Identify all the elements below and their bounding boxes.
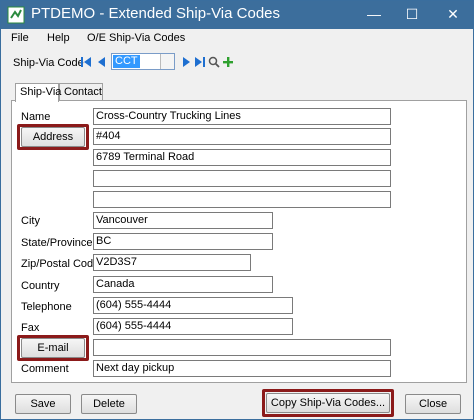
country-field[interactable]: Canada <box>93 276 273 293</box>
tab-ship-via-label: Ship-Via <box>20 86 62 98</box>
state-field[interactable]: BC <box>93 233 273 250</box>
previous-record-icon[interactable] <box>95 54 109 70</box>
menu-oe-ship-via-codes[interactable]: O/E Ship-Via Codes <box>87 32 185 44</box>
menu-help[interactable]: Help <box>47 32 70 44</box>
address-line-1-field[interactable]: #404 <box>93 128 391 145</box>
close-button[interactable]: Close <box>405 394 461 414</box>
ship-via-code-label: Ship-Via Code <box>13 57 84 69</box>
address-button[interactable]: Address <box>21 127 85 147</box>
comment-label: Comment <box>21 363 69 375</box>
window-title: PTDEMO - Extended Ship-Via Codes <box>31 5 281 22</box>
address-line-4-field[interactable] <box>93 191 391 208</box>
zip-field[interactable]: V2D3S7 <box>93 254 251 271</box>
city-field[interactable]: Vancouver <box>93 212 273 229</box>
add-icon[interactable] <box>221 54 235 70</box>
close-window-button[interactable]: ✕ <box>433 1 473 27</box>
first-record-icon[interactable] <box>79 54 93 70</box>
fax-field[interactable]: (604) 555-4444 <box>93 318 293 335</box>
name-field[interactable]: Cross-Country Trucking Lines <box>93 108 391 125</box>
city-label: City <box>21 215 40 227</box>
title-bar: PTDEMO - Extended Ship-Via Codes — ☐ ✕ <box>1 1 473 29</box>
comment-field[interactable]: Next day pickup <box>93 360 391 377</box>
delete-button[interactable]: Delete <box>81 394 137 414</box>
fax-label: Fax <box>21 322 40 334</box>
finder-dropdown-button[interactable] <box>160 54 174 69</box>
telephone-field[interactable]: (604) 555-4444 <box>93 297 293 314</box>
address-line-3-field[interactable] <box>93 170 391 187</box>
country-label: Country <box>21 280 60 292</box>
save-button[interactable]: Save <box>15 394 71 414</box>
app-window: PTDEMO - Extended Ship-Via Codes — ☐ ✕ F… <box>0 0 474 420</box>
ship-via-code-input[interactable]: CCT <box>111 53 175 70</box>
email-button[interactable]: E-mail <box>21 338 85 358</box>
telephone-label: Telephone <box>21 301 72 313</box>
tab-contact-label: Contact <box>64 86 102 98</box>
email-field[interactable] <box>93 339 391 356</box>
address-line-2-field[interactable]: 6789 Terminal Road <box>93 149 391 166</box>
next-record-icon[interactable] <box>179 54 193 70</box>
maximize-button[interactable]: ☐ <box>395 1 429 27</box>
copy-ship-via-codes-button[interactable]: Copy Ship-Via Codes... <box>266 393 390 413</box>
menu-file[interactable]: File <box>11 32 29 44</box>
minimize-button[interactable]: — <box>357 1 391 27</box>
tab-ship-via[interactable]: Ship-Via <box>15 83 62 102</box>
menu-bar: File Help O/E Ship-Via Codes <box>1 29 473 49</box>
state-label: State/Province <box>21 237 93 249</box>
zip-label: Zip/Postal Code <box>21 258 100 270</box>
last-record-icon[interactable] <box>193 54 207 70</box>
name-label: Name <box>21 111 51 123</box>
ship-via-code-value: CCT <box>113 55 140 68</box>
app-icon <box>7 6 25 24</box>
tab-contact[interactable]: Contact <box>59 83 103 101</box>
search-icon[interactable] <box>207 54 221 70</box>
